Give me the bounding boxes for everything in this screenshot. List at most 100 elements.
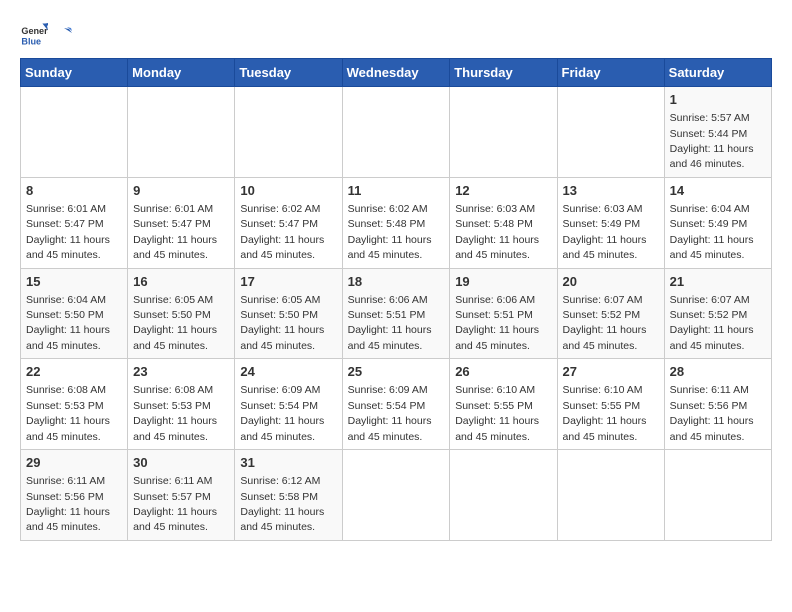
calendar-cell: 14Sunrise: 6:04 AMSunset: 5:49 PMDayligh… [664,177,771,268]
header-monday: Monday [128,59,235,87]
day-number: 15 [26,273,122,291]
day-info: Sunrise: 6:08 AMSunset: 5:53 PMDaylight:… [133,384,217,442]
calendar-cell: 28 Sunrise: 6:11 AMSunset: 5:56 PMDayligh… [664,359,771,450]
day-number: 11 [348,182,445,200]
day-number: 30 [133,454,229,472]
day-number: 29 [26,454,122,472]
day-info: Sunrise: 6:07 AMSunset: 5:52 PMDaylight:… [563,294,647,352]
day-number: 13 [563,182,659,200]
calendar-cell: 30 Sunrise: 6:11 AMSunset: 5:57 PMDayligh… [128,450,235,541]
calendar-table: SundayMondayTuesdayWednesdayThursdayFrid… [20,58,772,541]
header-thursday: Thursday [450,59,557,87]
logo-icon: General Blue [20,20,48,48]
svg-text:General: General [21,26,48,36]
day-number: 22 [26,363,122,381]
calendar-cell: 19 Sunrise: 6:06 AMSunset: 5:51 PMDayligh… [450,268,557,359]
day-info: Sunrise: 6:06 AMSunset: 5:51 PMDaylight:… [455,294,539,352]
day-number: 19 [455,273,551,291]
day-info: Sunrise: 6:12 AMSunset: 5:58 PMDaylight:… [240,475,324,533]
day-number: 24 [240,363,336,381]
calendar-cell [450,450,557,541]
day-number: 17 [240,273,336,291]
calendar-cell: 16 Sunrise: 6:05 AMSunset: 5:50 PMDayligh… [128,268,235,359]
header-wednesday: Wednesday [342,59,450,87]
day-info: Sunrise: 6:08 AMSunset: 5:53 PMDaylight:… [26,384,110,442]
day-number: 14 [670,182,766,200]
calendar-cell [21,87,128,178]
day-number: 31 [240,454,336,472]
day-info: Sunrise: 6:03 AMSunset: 5:49 PMDaylight:… [563,203,647,261]
header-sunday: Sunday [21,59,128,87]
calendar-cell: 24 Sunrise: 6:09 AMSunset: 5:54 PMDayligh… [235,359,342,450]
day-number: 25 [348,363,445,381]
day-info: Sunrise: 6:05 AMSunset: 5:50 PMDaylight:… [240,294,324,352]
day-number: 21 [670,273,766,291]
day-info: Sunrise: 6:10 AMSunset: 5:55 PMDaylight:… [563,384,647,442]
header: General Blue [20,20,772,48]
day-info: Sunrise: 6:01 AMSunset: 5:47 PMDaylight:… [26,203,110,261]
calendar-cell: 17 Sunrise: 6:05 AMSunset: 5:50 PMDayligh… [235,268,342,359]
day-info: Sunrise: 6:11 AMSunset: 5:57 PMDaylight:… [133,475,217,533]
calendar-cell: 29 Sunrise: 6:11 AMSunset: 5:56 PMDayligh… [21,450,128,541]
day-info: Sunrise: 6:05 AMSunset: 5:50 PMDaylight:… [133,294,217,352]
calendar-cell [664,450,771,541]
calendar-cell: 27 Sunrise: 6:10 AMSunset: 5:55 PMDayligh… [557,359,664,450]
day-info: Sunrise: 6:04 AMSunset: 5:50 PMDaylight:… [26,294,110,352]
day-info: Sunrise: 6:02 AMSunset: 5:48 PMDaylight:… [348,203,432,261]
calendar-cell: 25 Sunrise: 6:09 AMSunset: 5:54 PMDayligh… [342,359,450,450]
day-info: Sunrise: 6:06 AMSunset: 5:51 PMDaylight:… [348,294,432,352]
day-info: Sunrise: 6:11 AMSunset: 5:56 PMDaylight:… [670,384,754,442]
calendar-body: 1 Sunrise: 5:57 AMSunset: 5:44 PMDaylight… [21,87,772,541]
calendar-header-row: SundayMondayTuesdayWednesdayThursdayFrid… [21,59,772,87]
calendar-week-5: 29 Sunrise: 6:11 AMSunset: 5:56 PMDayligh… [21,450,772,541]
day-info: Sunrise: 6:10 AMSunset: 5:55 PMDaylight:… [455,384,539,442]
day-info: Sunrise: 6:09 AMSunset: 5:54 PMDaylight:… [240,384,324,442]
day-number: 23 [133,363,229,381]
day-number: 26 [455,363,551,381]
day-number: 12 [455,182,551,200]
calendar-cell [450,87,557,178]
calendar-cell: 20 Sunrise: 6:07 AMSunset: 5:52 PMDayligh… [557,268,664,359]
calendar-week-1: 1 Sunrise: 5:57 AMSunset: 5:44 PMDaylight… [21,87,772,178]
day-number: 18 [348,273,445,291]
header-tuesday: Tuesday [235,59,342,87]
day-info: Sunrise: 6:01 AMSunset: 5:47 PMDaylight:… [133,203,217,261]
day-info: Sunrise: 6:03 AMSunset: 5:48 PMDaylight:… [455,203,539,261]
calendar-cell: 11 Sunrise: 6:02 AMSunset: 5:48 PMDayligh… [342,177,450,268]
calendar-cell [557,450,664,541]
svg-text:Blue: Blue [21,37,41,47]
day-info: Sunrise: 6:11 AMSunset: 5:56 PMDaylight:… [26,475,110,533]
calendar-cell: 21 Sunrise: 6:07 AMSunset: 5:52 PMDayligh… [664,268,771,359]
calendar-cell: 31 Sunrise: 6:12 AMSunset: 5:58 PMDayligh… [235,450,342,541]
header-friday: Friday [557,59,664,87]
calendar-week-3: 15 Sunrise: 6:04 AMSunset: 5:50 PMDayligh… [21,268,772,359]
calendar-cell: 22 Sunrise: 6:08 AMSunset: 5:53 PMDayligh… [21,359,128,450]
calendar-cell: 13 Sunrise: 6:03 AMSunset: 5:49 PMDayligh… [557,177,664,268]
day-number: 8 [26,182,122,200]
day-number: 16 [133,273,229,291]
day-number: 10 [240,182,336,200]
calendar-week-4: 22 Sunrise: 6:08 AMSunset: 5:53 PMDayligh… [21,359,772,450]
day-info: Sunrise: 6:07 AMSunset: 5:52 PMDaylight:… [670,294,754,352]
day-number: 28 [670,363,766,381]
calendar-cell: 8 Sunrise: 6:01 AMSunset: 5:47 PMDaylight… [21,177,128,268]
calendar-cell: 10 Sunrise: 6:02 AMSunset: 5:47 PMDayligh… [235,177,342,268]
day-number: 1 [670,91,766,109]
day-info: Sunrise: 6:02 AMSunset: 5:47 PMDaylight:… [240,203,324,261]
logo: General Blue [20,20,72,48]
calendar-cell [235,87,342,178]
day-number: 27 [563,363,659,381]
calendar-cell: 12 Sunrise: 6:03 AMSunset: 5:48 PMDayligh… [450,177,557,268]
day-info: Sunrise: 6:09 AMSunset: 5:54 PMDaylight:… [348,384,432,442]
calendar-cell: 26 Sunrise: 6:10 AMSunset: 5:55 PMDayligh… [450,359,557,450]
calendar-week-2: 8 Sunrise: 6:01 AMSunset: 5:47 PMDaylight… [21,177,772,268]
day-info: Sunrise: 5:57 AMSunset: 5:44 PMDaylight:… [670,112,754,170]
calendar-cell: 1 Sunrise: 5:57 AMSunset: 5:44 PMDaylight… [664,87,771,178]
calendar-cell [342,450,450,541]
calendar-cell: 15 Sunrise: 6:04 AMSunset: 5:50 PMDayligh… [21,268,128,359]
calendar-cell [342,87,450,178]
calendar-cell [128,87,235,178]
calendar-cell: 18 Sunrise: 6:06 AMSunset: 5:51 PMDayligh… [342,268,450,359]
day-number: 20 [563,273,659,291]
calendar-cell: 9Sunrise: 6:01 AMSunset: 5:47 PMDaylight… [128,177,235,268]
